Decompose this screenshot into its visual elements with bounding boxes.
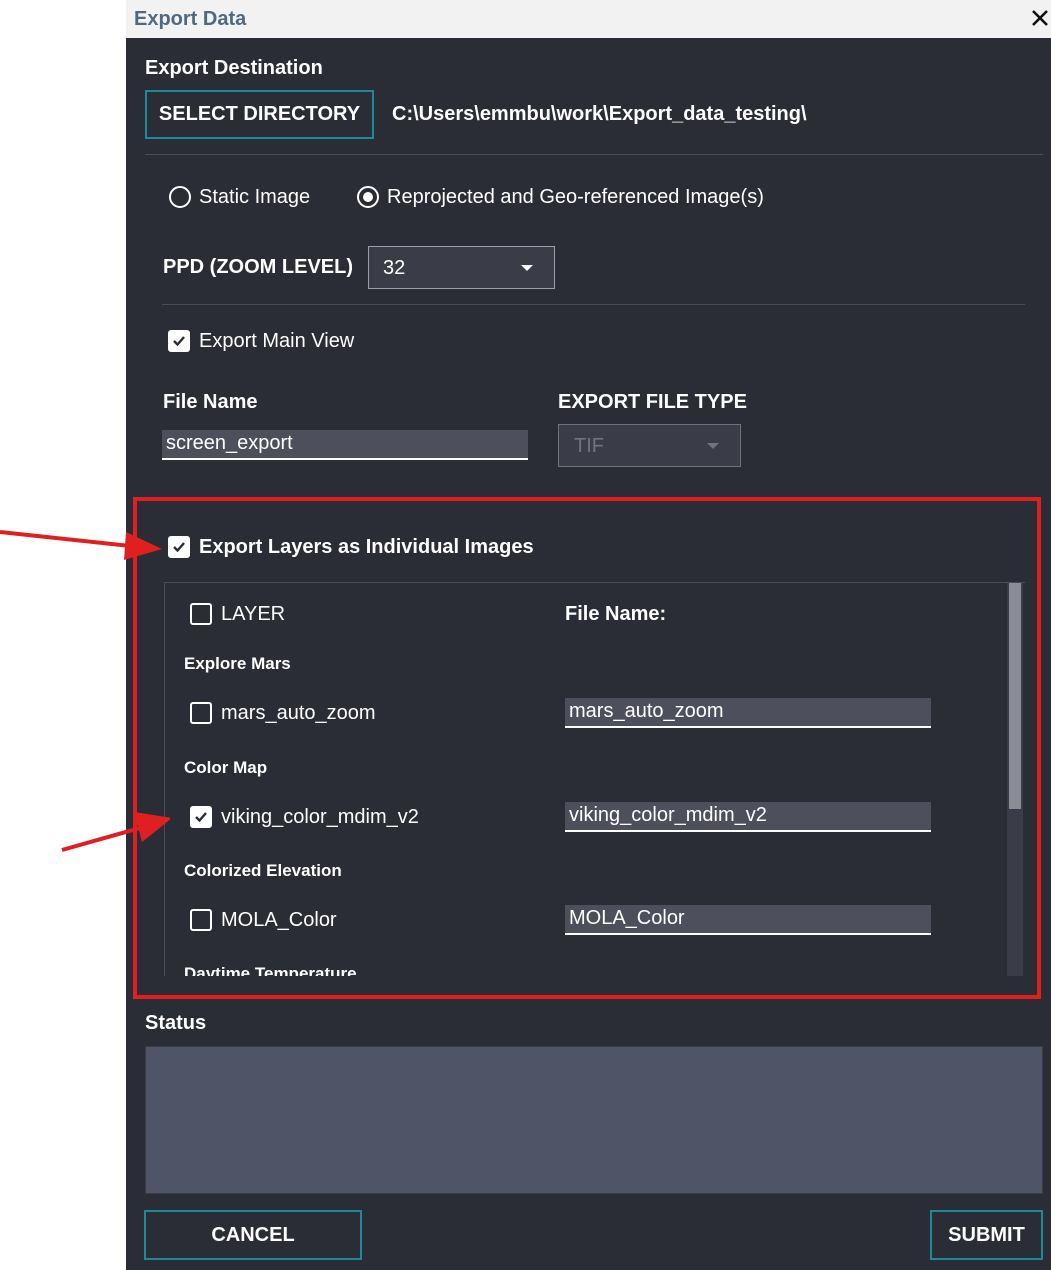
- export-layers-label: Export Layers as Individual Images: [199, 536, 534, 558]
- check-icon: [173, 542, 185, 553]
- file-type-value: TIF: [574, 435, 604, 457]
- group-heading: Colorized Elevation: [184, 861, 342, 880]
- export-layers-checkbox[interactable]: [168, 536, 190, 558]
- layer-file-name-input[interactable]: MOLA_Color: [565, 905, 931, 935]
- export-main-view-label: Export Main View: [199, 330, 355, 352]
- annotation-arrows: [0, 530, 170, 852]
- layer-checkbox[interactable]: [190, 909, 212, 931]
- file-name-header: File Name:: [565, 603, 667, 625]
- layer-name: viking_color_mdim_v2: [221, 806, 419, 828]
- window-title: Export Data: [134, 8, 247, 30]
- layer-select-all-checkbox[interactable]: [190, 603, 212, 625]
- ppd-value: 32: [383, 257, 406, 279]
- layer-name: mars_auto_zoom: [221, 702, 376, 724]
- divider: [162, 304, 1025, 305]
- reprojected-radio[interactable]: [357, 186, 379, 208]
- layer-checkbox[interactable]: [190, 702, 212, 724]
- reprojected-label: Reprojected and Geo-referenced Image(s): [387, 186, 764, 208]
- layer-list: LAYER File Name: Explore Mars mars_auto_…: [164, 582, 1025, 976]
- export-destination-heading: Export Destination: [145, 57, 323, 79]
- destination-path: C:\Users\emmbu\work\Export_data_testing\: [392, 103, 807, 125]
- export-main-view-checkbox[interactable]: [168, 330, 190, 352]
- check-icon: [173, 336, 185, 347]
- layer-header-label: LAYER: [221, 603, 286, 625]
- cancel-button[interactable]: CANCEL: [144, 1210, 362, 1260]
- status-box: [145, 1046, 1043, 1194]
- layer-name: MOLA_Color: [221, 909, 337, 931]
- file-type-select[interactable]: TIF: [558, 424, 741, 467]
- divider: [145, 154, 1043, 155]
- status-label: Status: [145, 1012, 207, 1034]
- static-image-radio[interactable]: [169, 186, 191, 208]
- select-directory-button[interactable]: SELECT DIRECTORY: [145, 90, 374, 139]
- chevron-down-icon: [707, 443, 719, 449]
- static-image-label: Static Image: [199, 186, 311, 208]
- group-heading: Explore Mars: [184, 654, 291, 673]
- annotation-arrow-icon: [61, 812, 170, 852]
- ppd-select[interactable]: 32: [368, 246, 555, 289]
- scrollbar-thumb[interactable]: [1009, 583, 1021, 809]
- file-name-input[interactable]: screen_export: [162, 430, 528, 460]
- layer-file-name-input[interactable]: viking_color_mdim_v2: [565, 802, 931, 832]
- group-heading: Daytime Temperature: [184, 964, 357, 976]
- group-heading: Color Map: [184, 758, 268, 777]
- close-icon[interactable]: [1028, 6, 1051, 30]
- title-bar: [126, 0, 1051, 38]
- chevron-down-icon: [521, 265, 533, 271]
- export-file-type-label: EXPORT FILE TYPE: [558, 391, 747, 413]
- file-name-label: File Name: [163, 391, 258, 413]
- annotation-arrow-icon: [0, 530, 162, 560]
- layer-list-scrollbar[interactable]: [1007, 583, 1023, 976]
- check-icon: [195, 812, 207, 823]
- submit-button[interactable]: SUBMIT: [930, 1210, 1043, 1260]
- layer-checkbox[interactable]: [190, 806, 212, 828]
- layer-file-name-input[interactable]: mars_auto_zoom: [565, 698, 931, 728]
- ppd-label: PPD (ZOOM LEVEL): [163, 256, 353, 278]
